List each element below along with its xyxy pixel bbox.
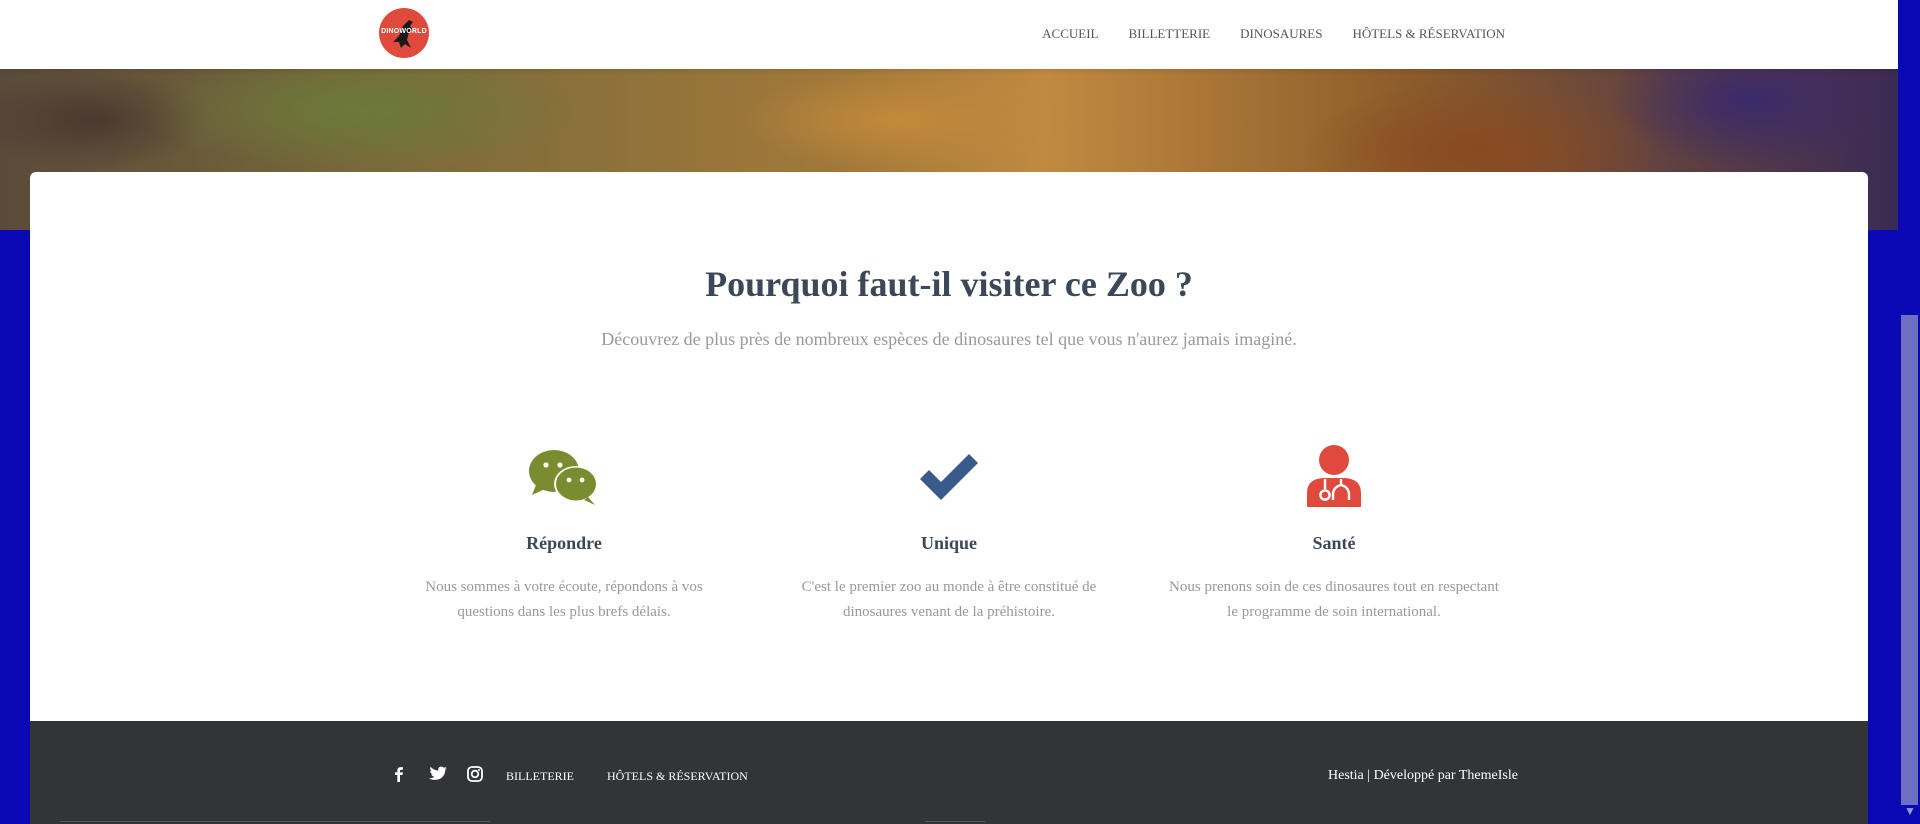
footer-link-hotels-reservation[interactable]: HÔTELS & RÉSERVATION xyxy=(607,769,748,784)
site-footer: BILLETERIE HÔTELS & RÉSERVATION Hestia |… xyxy=(30,721,1868,824)
site-logo[interactable]: DINOWORLD xyxy=(379,8,429,58)
footer-copyright[interactable]: Hestia | Développé par ThemeIsle xyxy=(1328,768,1518,784)
features-card: Pourquoi faut-il visiter ce Zoo ? Découv… xyxy=(30,172,1868,721)
wechat-icon xyxy=(399,437,729,517)
feature-title: Santé xyxy=(1312,533,1356,553)
twitter-icon[interactable] xyxy=(428,765,448,783)
footer-link-billeterie[interactable]: BILLETERIE xyxy=(506,769,574,784)
feature-description: Nous prenons soin de ces dinosaures tout… xyxy=(1169,579,1499,620)
social-links xyxy=(390,765,484,783)
user-doctor-icon xyxy=(1169,437,1499,517)
check-icon xyxy=(784,437,1114,517)
section-title: Pourquoi faut-il visiter ce Zoo ? xyxy=(705,264,1193,304)
main-navigation: ACCUEIL BILLETTERIE DINOSAURES HÔTELS & … xyxy=(1012,26,1505,42)
scrollbar-thumb[interactable] xyxy=(1901,315,1918,805)
feature-sante: Santé Nous prenons soin de ces dinosaure… xyxy=(1169,437,1499,625)
nav-item-dinosaures[interactable]: DINOSAURES xyxy=(1240,26,1322,42)
top-navbar: DINOWORLD ACCUEIL BILLETTERIE DINOSAURES… xyxy=(0,0,1898,69)
feature-title: Répondre xyxy=(526,533,602,553)
facebook-icon[interactable] xyxy=(390,765,408,783)
logo-text: DINOWORLD xyxy=(381,28,427,35)
nav-item-billetterie[interactable]: BILLETTERIE xyxy=(1129,26,1211,42)
nav-item-hotels-reservation[interactable]: HÔTELS & RÉSERVATION xyxy=(1352,26,1505,42)
feature-description: Nous sommes à votre écoute, répondons à … xyxy=(425,579,703,620)
section-subtitle: Découvrez de plus près de nombreux espèc… xyxy=(601,329,1297,349)
feature-description: C'est le premier zoo au monde à être con… xyxy=(801,579,1097,620)
feature-unique: Unique C'est le premier zoo au monde à ê… xyxy=(784,437,1114,625)
scroll-down-arrow-icon[interactable]: ▼ xyxy=(1903,804,1917,818)
instagram-icon[interactable] xyxy=(466,765,484,783)
footer-divider xyxy=(60,821,490,822)
footer-divider xyxy=(925,821,985,822)
nav-item-accueil[interactable]: ACCUEIL xyxy=(1042,26,1098,42)
feature-repondre: Répondre Nous sommes à votre écoute, rép… xyxy=(399,437,729,625)
feature-title: Unique xyxy=(920,533,978,553)
